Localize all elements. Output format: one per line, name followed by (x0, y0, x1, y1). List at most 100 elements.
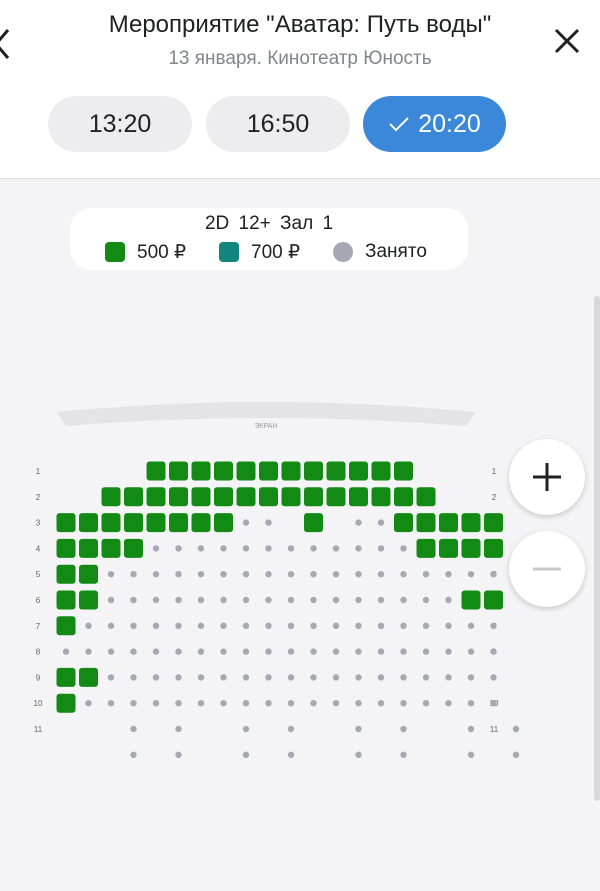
seat-free[interactable] (146, 513, 166, 533)
seat-free[interactable] (394, 461, 413, 481)
seat-free[interactable] (191, 461, 211, 481)
seat-free[interactable] (439, 513, 458, 533)
seat-taken (265, 571, 272, 578)
seat-taken (175, 571, 182, 578)
seat-taken (310, 571, 317, 578)
seat-free[interactable] (191, 513, 211, 533)
seat-free[interactable] (326, 461, 346, 481)
seat-free[interactable] (484, 538, 503, 558)
seat-taken (197, 700, 205, 707)
seat-free[interactable] (304, 513, 323, 533)
seat-taken (355, 571, 362, 578)
seat-taken (355, 725, 362, 733)
seat-free[interactable] (79, 564, 98, 584)
seat-taken (220, 674, 227, 681)
row-label-left: 2 (36, 493, 41, 502)
seat-free[interactable] (214, 513, 233, 533)
seat-free[interactable] (416, 487, 436, 507)
seat-free[interactable] (56, 667, 76, 687)
seat-free[interactable] (146, 461, 166, 481)
seat-free[interactable] (236, 461, 256, 481)
seat-free[interactable] (349, 461, 368, 481)
seat-free[interactable] (236, 487, 256, 507)
seat-free[interactable] (79, 513, 98, 533)
seat-free[interactable] (124, 487, 143, 507)
seat-free[interactable] (56, 538, 76, 558)
seat-free[interactable] (79, 667, 98, 687)
seat-free[interactable] (349, 487, 368, 507)
seat-free[interactable] (101, 513, 121, 533)
seat-free[interactable] (169, 513, 188, 533)
seat-free[interactable] (79, 590, 98, 610)
seat-free[interactable] (259, 461, 278, 481)
seat-free[interactable] (101, 487, 121, 507)
seat-free[interactable] (326, 487, 346, 507)
seat-free[interactable] (416, 513, 436, 533)
session-time-label: 16:50 (246, 109, 310, 138)
seat-free[interactable] (214, 461, 233, 481)
seat-free[interactable] (146, 487, 166, 507)
seat-taken (175, 751, 182, 758)
seat-free[interactable] (281, 487, 301, 507)
seat-taken (490, 674, 497, 681)
session-time-1320[interactable]: 13:20 (48, 96, 192, 152)
seat-taken (197, 648, 205, 655)
seat-taken (310, 674, 317, 681)
seat-free[interactable] (416, 538, 436, 558)
seat-free[interactable] (371, 487, 391, 507)
seat-free[interactable] (484, 513, 503, 533)
plus-icon (533, 463, 561, 491)
seat-taken (242, 571, 250, 578)
seat-taken (220, 622, 227, 629)
seat-free[interactable] (56, 693, 76, 713)
seat-taken (467, 674, 475, 681)
seat-free[interactable] (281, 461, 301, 481)
zoom-in-button[interactable] (509, 439, 585, 515)
seat-free[interactable] (461, 513, 481, 533)
seat-taken (242, 545, 250, 552)
seat-free[interactable] (304, 461, 323, 481)
seat-free[interactable] (214, 487, 233, 507)
seat-free[interactable] (56, 590, 76, 610)
zoom-out-button[interactable] (509, 531, 585, 607)
seat-free[interactable] (169, 487, 188, 507)
seat-taken (107, 674, 115, 681)
seat-taken (220, 596, 227, 604)
legend-meta: 2D 12+ Зал 1 (204, 213, 334, 234)
seat-free[interactable] (371, 461, 391, 481)
seat-taken (422, 596, 430, 604)
seat-free[interactable] (191, 487, 211, 507)
seat-taken (400, 648, 407, 655)
seat-taken (310, 700, 317, 707)
seat-taken (377, 571, 385, 578)
seat-free[interactable] (169, 461, 188, 481)
back-arrow-icon[interactable] (0, 26, 12, 62)
seat-free[interactable] (56, 513, 76, 533)
seat-free[interactable] (79, 538, 98, 558)
seat-free[interactable] (56, 564, 76, 584)
session-time-1650[interactable]: 16:50 (206, 96, 350, 152)
seat-free[interactable] (56, 616, 76, 636)
seat-taken (242, 596, 250, 604)
seat-taken (130, 571, 137, 578)
seat-taken (175, 622, 182, 629)
seat-free[interactable] (439, 538, 458, 558)
seat-taken (130, 700, 137, 707)
seat-free[interactable] (124, 538, 143, 558)
seat-free[interactable] (394, 513, 413, 533)
seat-taken (242, 751, 250, 758)
seat-taken (197, 674, 205, 681)
event-subtitle: 13 января. Кинотеатр Юность (168, 48, 432, 69)
seat-free[interactable] (461, 538, 481, 558)
seat-taken (467, 725, 475, 733)
session-time-2020[interactable]: 20:20 (363, 96, 506, 152)
check-icon (389, 117, 409, 132)
seat-free[interactable] (484, 590, 503, 610)
seat-free[interactable] (259, 487, 278, 507)
close-icon[interactable] (550, 24, 584, 58)
seat-free[interactable] (124, 513, 143, 533)
seat-free[interactable] (394, 487, 413, 507)
seat-free[interactable] (304, 487, 323, 507)
seat-free[interactable] (101, 538, 121, 558)
seat-free[interactable] (461, 590, 481, 610)
